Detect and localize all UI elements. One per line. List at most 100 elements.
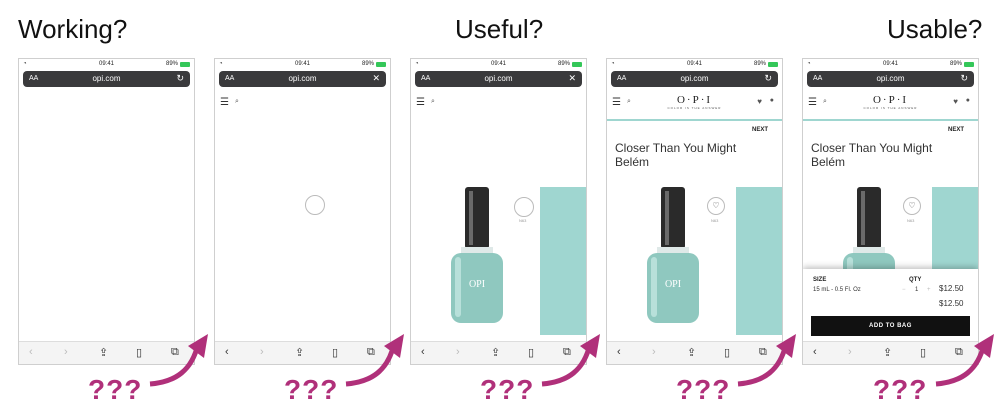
next-link[interactable]: NEXT <box>752 127 768 133</box>
qty-label: QTY <box>909 277 922 283</box>
loading-spinner <box>305 195 325 215</box>
url-text: opi.com <box>92 74 121 83</box>
address-bar[interactable]: AA opi.com ↻ <box>611 71 778 87</box>
battery-percent: 89% <box>949 61 962 67</box>
url-text: opi.com <box>876 74 905 83</box>
svg-text:OPI: OPI <box>665 279 681 290</box>
curved-arrow-3 <box>541 334 600 387</box>
site-header: ☰ ⌕ O·P·I COLOR IS THE ANSWER ♥ ● <box>607 93 782 113</box>
header-divider <box>803 119 978 121</box>
battery-icon <box>964 62 974 67</box>
address-bar[interactable]: AA opi.com ✕ <box>219 71 386 87</box>
loading-spinner <box>514 197 534 217</box>
reload-icon[interactable]: ↻ <box>764 73 772 84</box>
nail-polish-bottle-image: OPI <box>647 187 699 323</box>
forward-icon[interactable]: › <box>652 346 656 358</box>
header-divider <box>607 119 782 121</box>
reload-icon[interactable]: ↻ <box>960 73 968 84</box>
forward-icon[interactable]: › <box>260 346 264 358</box>
status-bar: ◔ 09:41 89% <box>19 59 194 69</box>
unit-price: $12.50 <box>939 284 964 293</box>
status-bar: ◔ 09:41 89% <box>803 59 978 69</box>
hamburger-menu-icon[interactable]: ☰ <box>220 97 229 108</box>
status-bar: ◔ 09:41 89% <box>411 59 586 69</box>
battery-icon <box>376 62 386 67</box>
product-sku: N63 <box>519 218 527 223</box>
back-icon[interactable]: ‹ <box>617 346 621 358</box>
product-sku: N63 <box>907 218 915 223</box>
product-title: Closer Than You Might Belém <box>811 141 933 169</box>
battery-percent: 89% <box>557 61 570 67</box>
share-icon[interactable]: ⇪ <box>883 346 892 359</box>
phone-screen-4: ◔ 09:41 89% AA opi.com ↻ ☰ ⌕ O·P·I COLOR… <box>606 58 783 365</box>
bookmarks-icon[interactable]: ▯ <box>724 346 730 359</box>
battery-icon <box>180 62 190 67</box>
bookmarks-icon[interactable]: ▯ <box>332 346 338 359</box>
curved-arrow-2 <box>345 334 404 387</box>
site-header: ☰ ⌕ <box>215 93 390 113</box>
favorite-heart-button[interactable]: ♡ <box>707 197 725 215</box>
hamburger-menu-icon[interactable]: ☰ <box>416 97 425 108</box>
wishlist-icon[interactable]: ♥ <box>953 97 958 106</box>
swatch-panel <box>540 187 586 335</box>
bookmarks-icon[interactable]: ▯ <box>920 346 926 359</box>
phone-screen-1: ◔ 09:41 89% AA opi.com ↻ ‹ › ⇪ ▯ ⧉ <box>18 58 195 365</box>
address-bar[interactable]: AA opi.com ✕ <box>415 71 582 87</box>
status-bar: ◔ 09:41 89% <box>607 59 782 69</box>
heading-useful: Useful? <box>455 14 544 44</box>
forward-icon[interactable]: › <box>64 346 68 358</box>
stop-icon[interactable]: ✕ <box>372 73 380 84</box>
share-icon[interactable]: ⇪ <box>491 346 500 359</box>
back-icon[interactable]: ‹ <box>29 346 33 358</box>
address-bar[interactable]: AA opi.com ↻ <box>23 71 190 87</box>
size-select[interactable]: 15 mL - 0.5 Fl. Oz <box>813 287 861 293</box>
opi-logo[interactable]: O·P·I <box>607 94 782 106</box>
back-icon[interactable]: ‹ <box>225 346 229 358</box>
opi-logo[interactable]: O·P·I <box>803 94 978 106</box>
stop-icon[interactable]: ✕ <box>568 73 576 84</box>
back-icon[interactable]: ‹ <box>813 346 817 358</box>
status-bar: ◔ 09:41 89% <box>215 59 390 69</box>
logo-tagline: COLOR IS THE ANSWER <box>667 106 722 110</box>
curved-arrow-4 <box>737 334 796 387</box>
battery-icon <box>768 62 778 67</box>
battery-percent: 89% <box>165 61 178 67</box>
site-header: ☰ ⌕ O·P·I COLOR IS THE ANSWER ♥ ● <box>803 93 978 113</box>
forward-icon[interactable]: › <box>456 346 460 358</box>
favorite-heart-button[interactable]: ♡ <box>903 197 921 215</box>
curved-arrow-5 <box>935 334 994 387</box>
question-marks-4: ??? <box>676 374 731 405</box>
search-icon[interactable]: ⌕ <box>431 98 435 106</box>
share-icon[interactable]: ⇪ <box>295 346 304 359</box>
search-icon[interactable]: ⌕ <box>235 98 239 106</box>
qty-value[interactable]: 1 <box>915 287 918 293</box>
forward-icon[interactable]: › <box>848 346 852 358</box>
product-sku: N63 <box>711 218 719 223</box>
battery-percent: 89% <box>753 61 766 67</box>
wishlist-icon[interactable]: ♥ <box>757 97 762 106</box>
share-icon[interactable]: ⇪ <box>99 346 108 359</box>
battery-percent: 89% <box>361 61 374 67</box>
heading-working: Working? <box>18 14 128 44</box>
address-bar[interactable]: AA opi.com ↻ <box>807 71 974 87</box>
account-icon[interactable]: ● <box>966 97 970 104</box>
curved-arrow-1 <box>149 334 208 387</box>
account-icon[interactable]: ● <box>770 97 774 104</box>
phone-screen-5: ◔ 09:41 89% AA opi.com ↻ ☰ ⌕ O·P·I COLOR… <box>802 58 979 365</box>
nail-polish-bottle-image: OPI <box>451 187 503 323</box>
reload-icon[interactable]: ↻ <box>176 73 184 84</box>
back-icon[interactable]: ‹ <box>421 346 425 358</box>
phone-screen-3: ◔ 09:41 89% AA opi.com ✕ ☰ ⌕ N63 OPI ‹ ›… <box>410 58 587 365</box>
bookmarks-icon[interactable]: ▯ <box>528 346 534 359</box>
phone-screen-2: ◔ 09:41 89% AA opi.com ✕ ☰ ⌕ ‹ › ⇪ ▯ ⧉ <box>214 58 391 365</box>
question-marks-1: ??? <box>88 374 143 405</box>
share-icon[interactable]: ⇪ <box>687 346 696 359</box>
qty-decrement-button[interactable]: − <box>902 287 906 293</box>
question-marks-2: ??? <box>284 374 339 405</box>
qty-increment-button[interactable]: + <box>927 287 931 293</box>
bookmarks-icon[interactable]: ▯ <box>136 346 142 359</box>
next-link[interactable]: NEXT <box>948 127 964 133</box>
heading-usable: Usable? <box>887 14 983 44</box>
url-text: opi.com <box>680 74 709 83</box>
battery-icon <box>572 62 582 67</box>
